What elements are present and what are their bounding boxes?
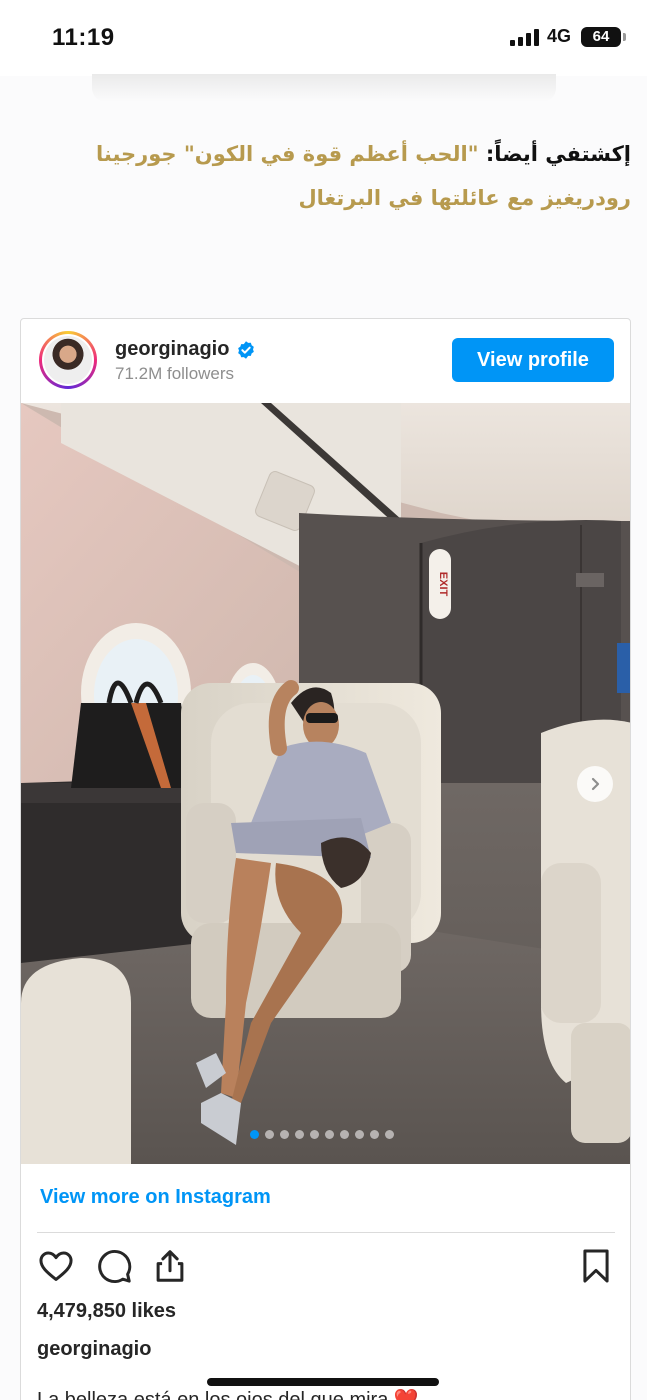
username-link[interactable]: georginagio [115, 338, 256, 361]
carousel-dot [265, 1130, 274, 1139]
jet-cabin-photo: EXIT [21, 403, 630, 1164]
home-indicator[interactable] [207, 1378, 439, 1386]
embed-bottom-edge [92, 74, 556, 102]
avatar[interactable] [39, 331, 97, 389]
post-photo[interactable]: EXIT [21, 403, 630, 1164]
carousel-dot [295, 1130, 304, 1139]
carousel-next-button[interactable] [577, 766, 613, 802]
carousel-dot [355, 1130, 364, 1139]
caption-text: La belleza está en los ojos del que mira… [37, 1389, 419, 1400]
status-indicators: 4G 64 [509, 26, 626, 47]
carousel-dot [385, 1130, 394, 1139]
like-count: 4,479,850 likes [37, 1300, 177, 1322]
status-bar: 11:19 4G 64 [0, 0, 647, 76]
carousel-dot [340, 1130, 349, 1139]
exit-sign: EXIT [437, 572, 449, 597]
divider [37, 1232, 615, 1233]
follower-count: 71.2M followers [115, 364, 235, 383]
username: georginagio [115, 338, 230, 360]
carousel-dot [280, 1130, 289, 1139]
carousel-dot [310, 1130, 319, 1139]
avatar-photo [44, 336, 92, 384]
instagram-header: georginagio 71.2M followers View profile [21, 319, 630, 403]
view-profile-button[interactable]: View profile [452, 338, 614, 382]
comment-icon[interactable] [95, 1247, 133, 1285]
heart-icon[interactable] [37, 1247, 75, 1285]
carousel-dot [250, 1130, 259, 1139]
related-article[interactable]: إكشتفي أيضاً: "الحب أعظم قوة في الكون" ج… [16, 132, 631, 220]
carousel-indicator [250, 1130, 394, 1139]
battery-level: 64 [592, 28, 610, 45]
network-type: 4G [546, 26, 571, 46]
view-more-on-instagram-link[interactable]: View more on Instagram [40, 1186, 271, 1209]
related-prefix: إكشتفي أيضاً: [485, 142, 631, 166]
verified-badge-icon [238, 340, 255, 359]
post-actions [37, 1247, 615, 1287]
bookmark-icon[interactable] [577, 1247, 615, 1285]
signal-icon [509, 28, 539, 46]
carousel-dot [325, 1130, 334, 1139]
carousel-dot [370, 1130, 379, 1139]
share-icon[interactable] [151, 1247, 189, 1285]
instagram-embed: georginagio 71.2M followers View profile [20, 318, 631, 1400]
caption-username[interactable]: georginagio [37, 1338, 151, 1361]
status-time: 11:19 [52, 24, 115, 51]
battery-icon: 64 [581, 26, 626, 47]
chevron-right-icon [591, 777, 600, 791]
